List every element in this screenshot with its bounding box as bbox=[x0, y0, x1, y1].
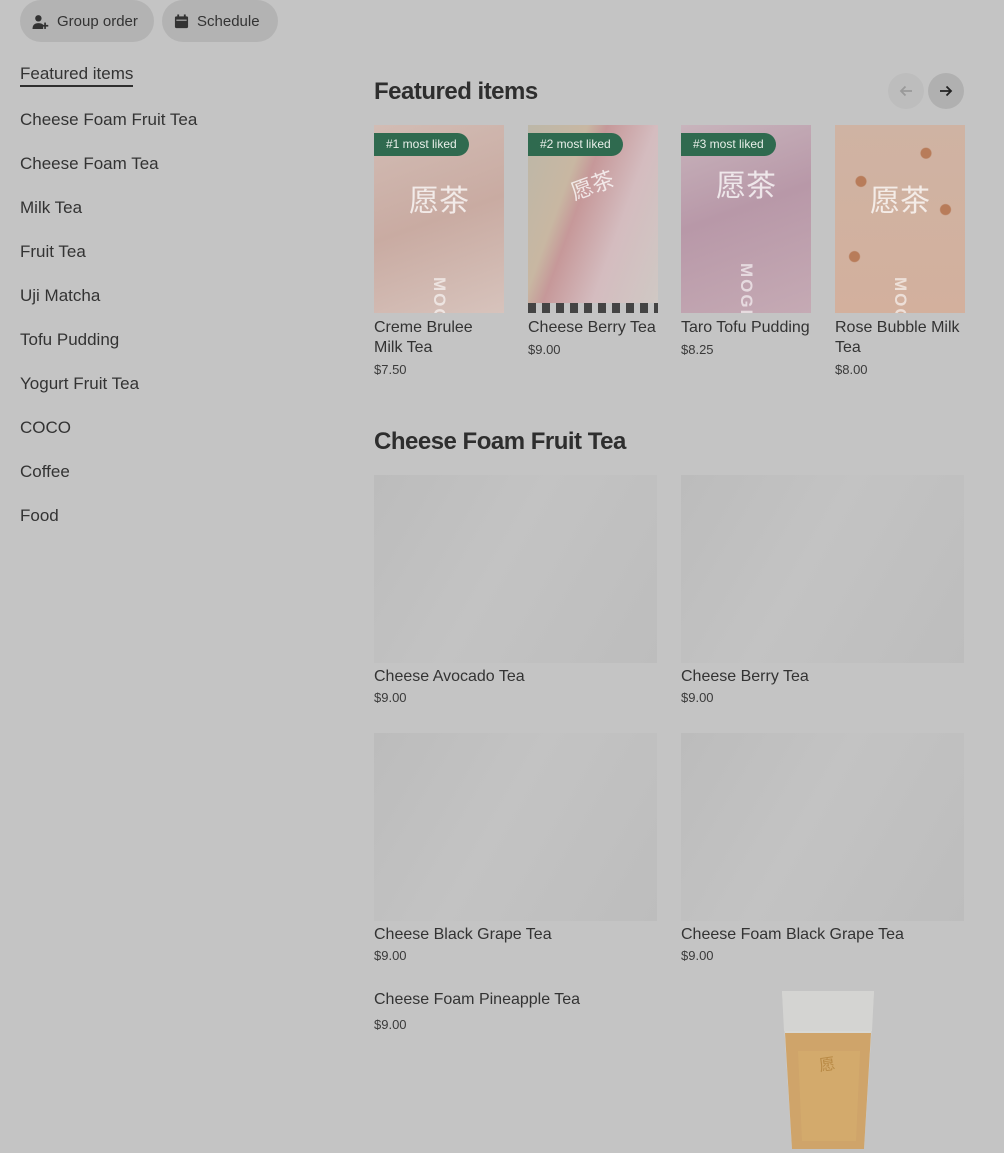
sidebar-item-cheese-foam-tea[interactable]: Cheese Foam Tea bbox=[20, 154, 159, 174]
product-name: Creme Brulee Milk Tea bbox=[374, 319, 473, 356]
sidebar-item-coco[interactable]: COCO bbox=[20, 418, 71, 438]
arrow-left-icon bbox=[899, 85, 912, 97]
brand-text: MOGE bbox=[891, 277, 910, 313]
product-price: $9.00 bbox=[681, 690, 714, 705]
product-image-placeholder bbox=[374, 475, 657, 663]
pineapple-tea-cup-graphic: 愿 bbox=[782, 991, 874, 1149]
product-image: 愿茶 MOGE bbox=[835, 125, 965, 313]
product-price: $9.00 bbox=[374, 948, 407, 963]
schedule-button[interactable]: Schedule bbox=[162, 0, 278, 42]
product-price: $8.25 bbox=[681, 342, 714, 357]
sidebar-item-fruit-tea[interactable]: Fruit Tea bbox=[20, 242, 86, 262]
product-image: #3 most liked 愿茶 MOGE bbox=[681, 125, 811, 313]
carousel-next-button[interactable] bbox=[928, 73, 964, 109]
moge-logo: 愿茶 bbox=[870, 184, 930, 219]
pineapple-tea-image[interactable]: 愿 bbox=[688, 991, 964, 1149]
product-price: $9.00 bbox=[681, 948, 714, 963]
menu-item-card[interactable]: Cheese Avocado Tea $9.00 bbox=[374, 475, 657, 705]
menu-item-card[interactable]: Cheese Foam Pineapple Tea $9.00 bbox=[374, 986, 657, 1032]
product-name: Cheese Berry Tea bbox=[528, 319, 656, 336]
product-name: Cheese Berry Tea bbox=[681, 668, 809, 685]
product-name: Cheese Foam Pineapple Tea bbox=[374, 991, 581, 1008]
sidebar-item-uji-matcha[interactable]: Uji Matcha bbox=[20, 286, 100, 306]
product-name: Cheese Black Grape Tea bbox=[374, 926, 552, 943]
product-image-placeholder bbox=[374, 733, 657, 921]
moge-logo: 愿茶 bbox=[567, 167, 618, 206]
product-price: $9.00 bbox=[374, 1017, 407, 1032]
featured-item-card[interactable]: #3 most liked 愿茶 MOGE Taro Tofu Pudding … bbox=[681, 125, 811, 357]
carousel-prev-button[interactable] bbox=[888, 73, 924, 109]
product-price: $9.00 bbox=[528, 342, 561, 357]
sidebar-item-yogurt-fruit-tea[interactable]: Yogurt Fruit Tea bbox=[20, 374, 139, 394]
product-price: $9.00 bbox=[374, 690, 407, 705]
product-name: Cheese Foam Black Grape Tea bbox=[681, 926, 904, 943]
calendar-icon bbox=[174, 13, 189, 28]
most-liked-badge: #3 most liked bbox=[681, 133, 776, 156]
sidebar-item-coffee[interactable]: Coffee bbox=[20, 462, 70, 482]
arrow-right-icon bbox=[940, 85, 953, 97]
featured-item-card[interactable]: #2 most liked 愿茶 Cheese Berry Tea $9.00 bbox=[528, 125, 658, 357]
menu-item-card[interactable]: Cheese Black Grape Tea $9.00 bbox=[374, 733, 657, 963]
moge-logo: 愿茶 bbox=[716, 169, 776, 204]
product-name: Cheese Avocado Tea bbox=[374, 668, 525, 685]
menu-item-card[interactable]: Cheese Berry Tea $9.00 bbox=[681, 475, 964, 705]
product-name: Taro Tofu Pudding bbox=[681, 319, 810, 336]
product-price: $7.50 bbox=[374, 362, 407, 377]
cup-sleeve-pattern bbox=[528, 303, 658, 313]
product-image: #1 most liked 愿茶 MOGE bbox=[374, 125, 504, 313]
featured-item-card[interactable]: #1 most liked 愿茶 MOGE Creme Brulee Milk … bbox=[374, 125, 504, 377]
group-order-button[interactable]: Group order bbox=[20, 0, 154, 42]
sidebar-item-featured-items[interactable]: Featured items bbox=[20, 64, 134, 87]
most-liked-badge: #2 most liked bbox=[528, 133, 623, 156]
brand-text: MOGE bbox=[737, 263, 756, 313]
brand-text: MOGE bbox=[430, 277, 449, 313]
sidebar-item-tofu-pudding[interactable]: Tofu Pudding bbox=[20, 330, 119, 350]
svg-text:愿: 愿 bbox=[818, 1054, 837, 1075]
product-image-placeholder bbox=[681, 475, 964, 663]
featured-item-card[interactable]: 愿茶 MOGE Rose Bubble Milk Tea $8.00 bbox=[835, 125, 965, 377]
featured-items-heading: Featured items bbox=[374, 78, 538, 105]
product-image-placeholder bbox=[681, 733, 964, 921]
moge-logo: 愿茶 bbox=[409, 184, 469, 219]
product-price: $8.00 bbox=[835, 362, 868, 377]
schedule-label: Schedule bbox=[197, 12, 260, 30]
product-image: #2 most liked 愿茶 bbox=[528, 125, 658, 313]
sidebar-item-cheese-foam-fruit-tea[interactable]: Cheese Foam Fruit Tea bbox=[20, 110, 197, 130]
add-person-icon bbox=[32, 14, 49, 29]
sidebar-item-milk-tea[interactable]: Milk Tea bbox=[20, 198, 82, 218]
cheese-foam-fruit-tea-heading: Cheese Foam Fruit Tea bbox=[374, 428, 626, 455]
most-liked-badge: #1 most liked bbox=[374, 133, 469, 156]
sidebar-item-food[interactable]: Food bbox=[20, 506, 59, 526]
group-order-label: Group order bbox=[57, 12, 138, 30]
menu-item-card[interactable]: Cheese Foam Black Grape Tea $9.00 bbox=[681, 733, 964, 963]
product-name: Rose Bubble Milk Tea bbox=[835, 319, 960, 356]
